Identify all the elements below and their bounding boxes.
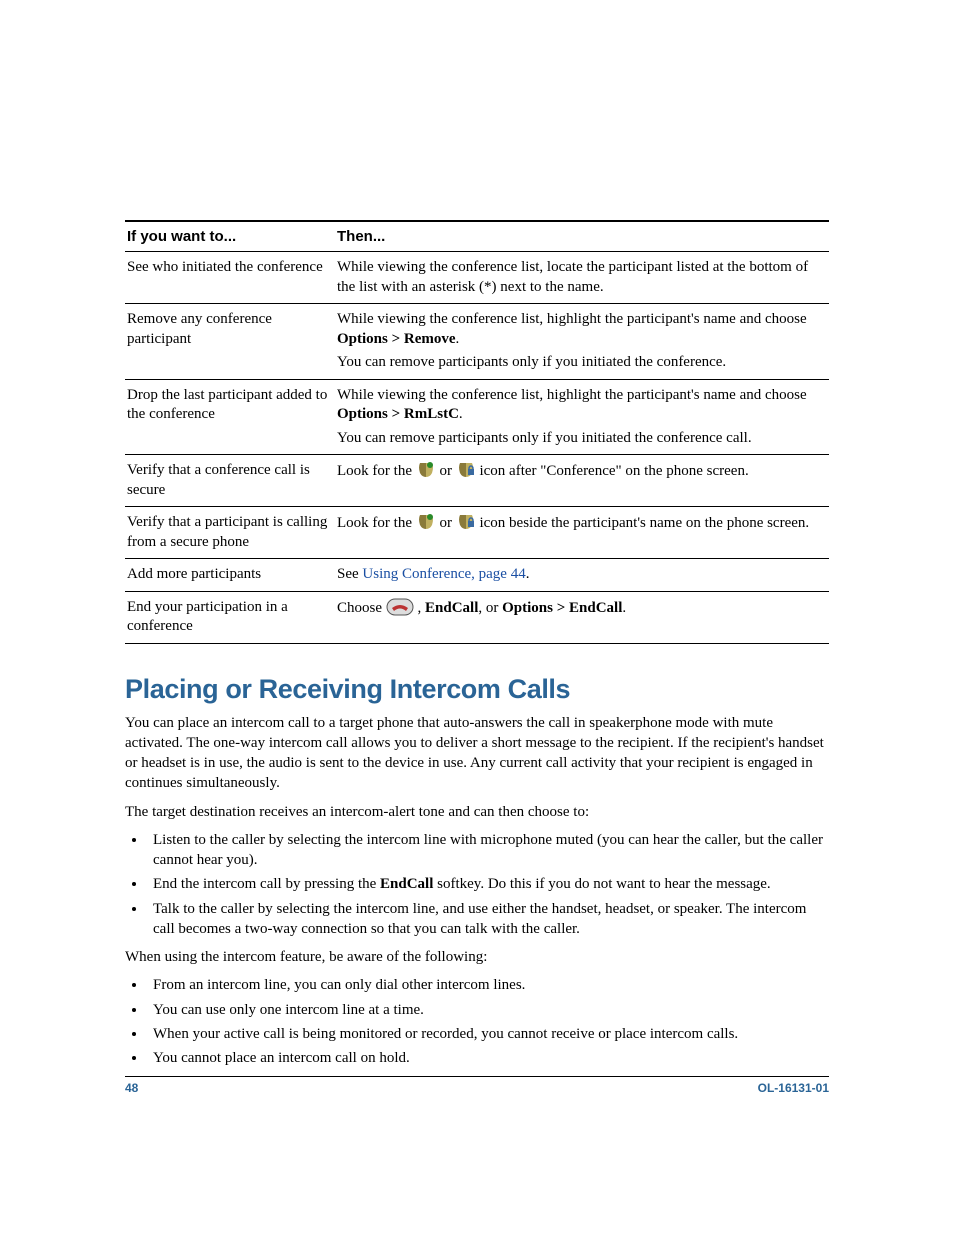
page-number: 48 bbox=[125, 1081, 138, 1095]
table-row: Verify that a participant is calling fro… bbox=[125, 507, 829, 559]
secure-lock-icon bbox=[456, 513, 476, 531]
table-row: Drop the last participant added to the c… bbox=[125, 379, 829, 455]
cell-then: Look for the or icon after "Conference" … bbox=[335, 455, 829, 507]
list-item: Talk to the caller by selecting the inte… bbox=[147, 899, 829, 940]
list-item: When your active call is being monitored… bbox=[147, 1024, 829, 1044]
col-header-then: Then... bbox=[335, 221, 829, 252]
list-item: Listen to the caller by selecting the in… bbox=[147, 830, 829, 871]
cell-then: While viewing the conference list, locat… bbox=[335, 252, 829, 304]
end-call-key-icon bbox=[386, 598, 414, 616]
cell-then: While viewing the conference list, highl… bbox=[335, 379, 829, 455]
page-footer: 48 OL-16131-01 bbox=[125, 1076, 829, 1095]
cell-want: See who initiated the conference bbox=[125, 252, 335, 304]
cell-then: While viewing the conference list, highl… bbox=[335, 304, 829, 380]
body-paragraph: The target destination receives an inter… bbox=[125, 802, 829, 822]
cell-then: Choose , EndCall, or Options > EndCall. bbox=[335, 591, 829, 643]
instructions-table: If you want to... Then... See who initia… bbox=[125, 220, 829, 644]
cell-then: Look for the or icon beside the particip… bbox=[335, 507, 829, 559]
list-item: End the intercom call by pressing the En… bbox=[147, 874, 829, 894]
cell-want: Remove any conference participant bbox=[125, 304, 335, 380]
table-row: End your participation in a conference C… bbox=[125, 591, 829, 643]
cell-want: Add more participants bbox=[125, 559, 335, 592]
table-row: Add more participants See Using Conferen… bbox=[125, 559, 829, 592]
list-item: From an intercom line, you can only dial… bbox=[147, 975, 829, 995]
cell-then: See Using Conference, page 44. bbox=[335, 559, 829, 592]
cross-ref-link[interactable]: Using Conference, page 44 bbox=[362, 566, 525, 582]
list-item: You cannot place an intercom call on hol… bbox=[147, 1048, 829, 1068]
table-row: See who initiated the conference While v… bbox=[125, 252, 829, 304]
bullet-list: From an intercom line, you can only dial… bbox=[147, 975, 829, 1068]
list-item: You can use only one intercom line at a … bbox=[147, 1000, 829, 1020]
secure-lock-icon bbox=[456, 461, 476, 479]
body-paragraph: When using the intercom feature, be awar… bbox=[125, 947, 829, 967]
doc-id: OL-16131-01 bbox=[758, 1081, 829, 1095]
bullet-list: Listen to the caller by selecting the in… bbox=[147, 830, 829, 939]
table-row: Remove any conference participant While … bbox=[125, 304, 829, 380]
cell-want: End your participation in a conference bbox=[125, 591, 335, 643]
cell-want: Drop the last participant added to the c… bbox=[125, 379, 335, 455]
body-paragraph: You can place an intercom call to a targ… bbox=[125, 713, 829, 794]
table-row: Verify that a conference call is secure … bbox=[125, 455, 829, 507]
cell-want: Verify that a participant is calling fro… bbox=[125, 507, 335, 559]
secure-shield-icon bbox=[416, 513, 436, 531]
section-heading: Placing or Receiving Intercom Calls bbox=[125, 674, 829, 705]
cell-want: Verify that a conference call is secure bbox=[125, 455, 335, 507]
col-header-want: If you want to... bbox=[125, 221, 335, 252]
secure-shield-icon bbox=[416, 461, 436, 479]
